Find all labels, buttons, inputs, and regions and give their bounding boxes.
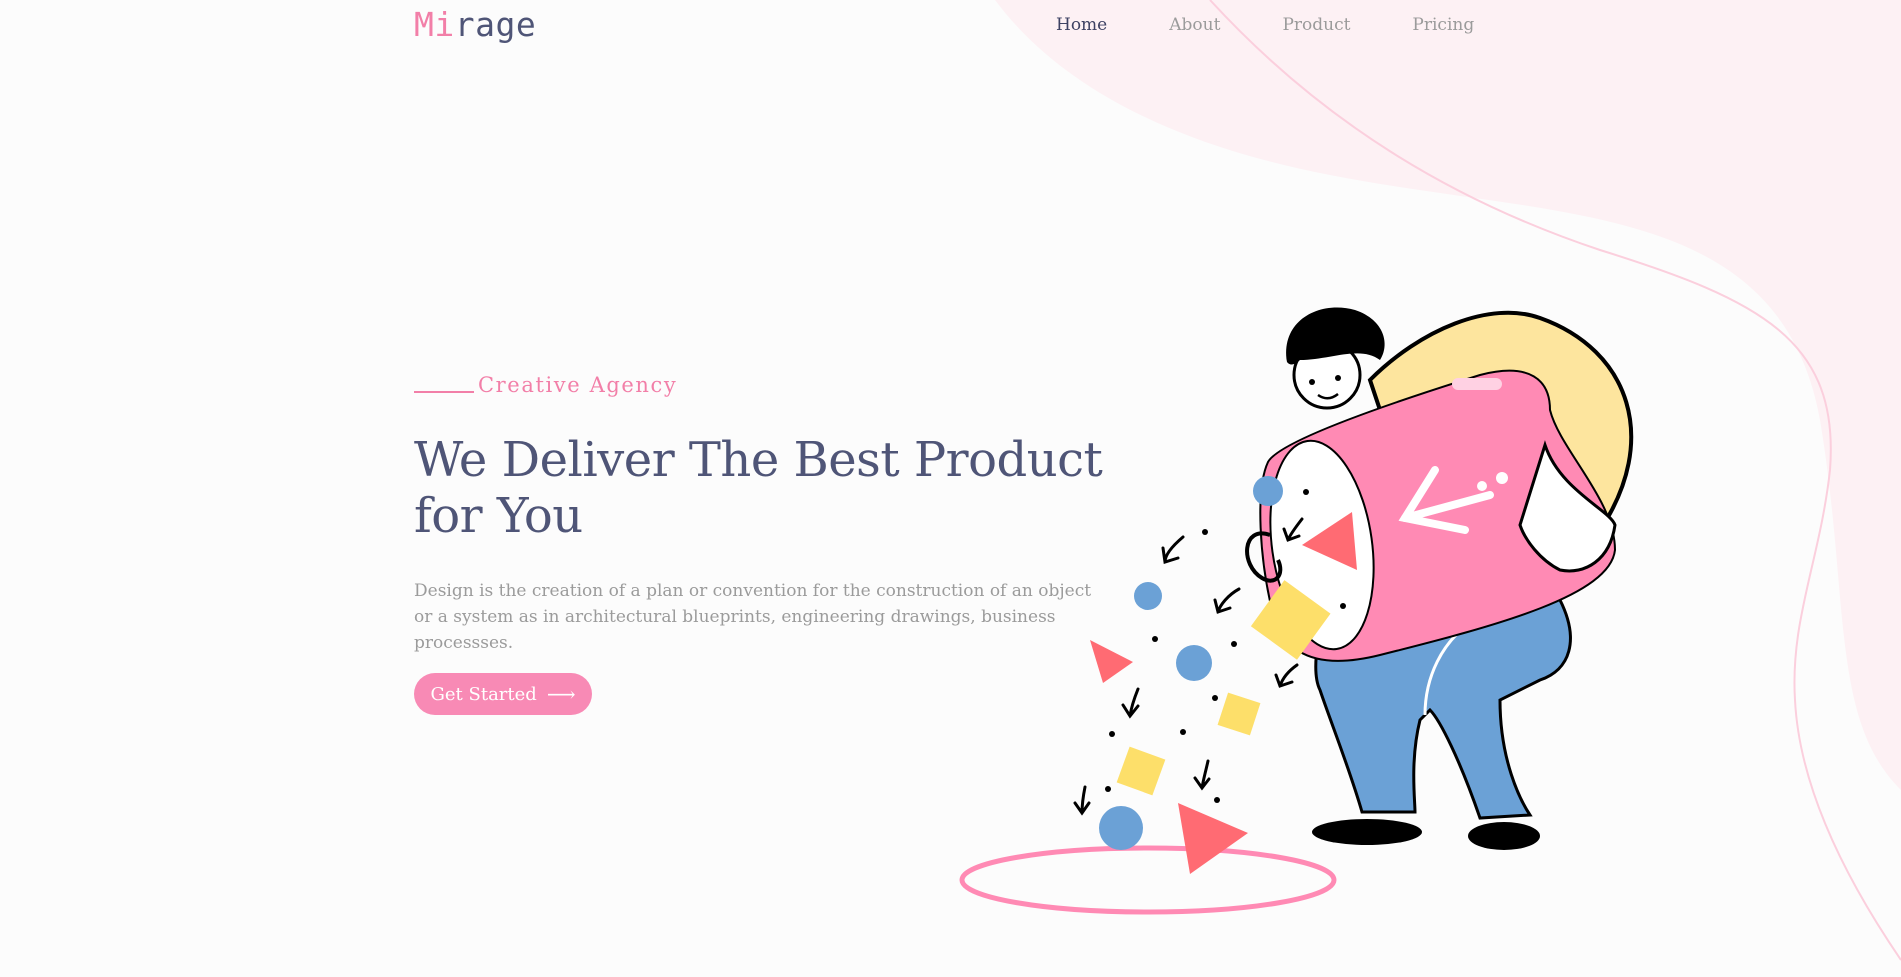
hero-title: We Deliver The Best Product for You <box>414 432 1103 544</box>
eyebrow-label: Creative Agency <box>478 373 678 397</box>
red-triangle <box>1178 803 1248 874</box>
brand-logo[interactable]: Mirage <box>414 4 536 46</box>
yellow-square <box>1116 746 1166 796</box>
right-shoe <box>1468 822 1540 850</box>
yellow-square <box>1217 692 1261 736</box>
nav-item-home[interactable]: Home <box>1056 14 1107 36</box>
left-shoe <box>1312 819 1422 845</box>
blue-circle <box>1099 806 1143 850</box>
nav-item-about[interactable]: About <box>1169 14 1220 36</box>
get-started-button[interactable]: Get Started ⟶ <box>414 673 592 715</box>
eyebrow: Creative Agency <box>414 370 1134 400</box>
blue-circle <box>1176 645 1212 681</box>
arrow-right-icon: ⟶ <box>546 682 576 706</box>
floor-ring <box>959 845 1337 915</box>
hero-description: Design is the creation of a plan or conv… <box>414 581 1092 653</box>
get-started-label: Get Started <box>430 683 537 705</box>
logo-prefix: Mi <box>414 5 455 44</box>
nav-item-product[interactable]: Product <box>1282 14 1350 36</box>
hero-section: Creative Agency We Deliver The Best Prod… <box>414 370 1134 715</box>
eyebrow-line <box>414 391 474 393</box>
logo-suffix: rage <box>454 5 537 44</box>
blue-circle <box>1134 582 1162 610</box>
blue-circle <box>1253 476 1283 506</box>
main-nav: Home About Product Pricing <box>1056 14 1536 36</box>
nav-item-pricing[interactable]: Pricing <box>1412 14 1474 36</box>
site-header: Mirage Home About Product Pricing <box>0 0 1901 50</box>
